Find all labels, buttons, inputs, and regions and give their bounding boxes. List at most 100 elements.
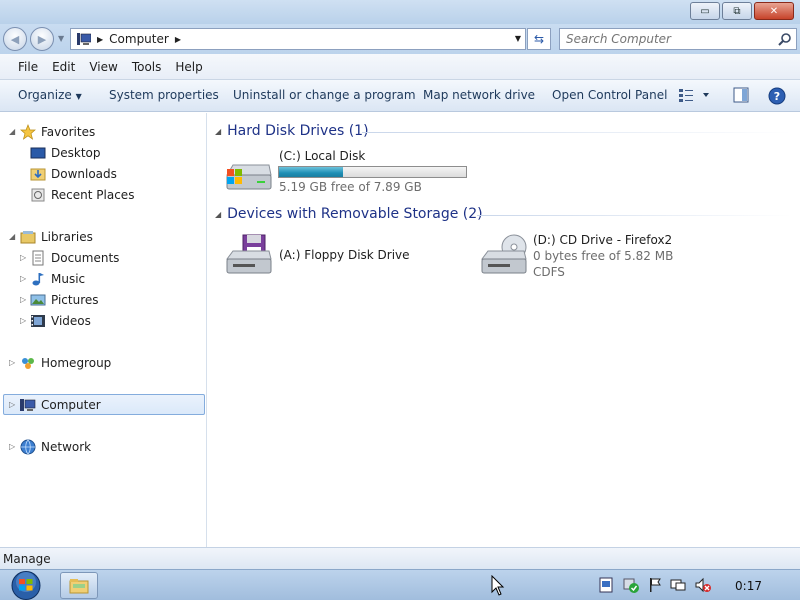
back-button[interactable]: ◀ [3, 27, 27, 51]
volume-muted-icon[interactable] [694, 577, 712, 593]
menu-tools[interactable]: Tools [132, 60, 162, 74]
collapse-icon[interactable]: ◢ [9, 232, 15, 241]
menu-file[interactable]: File [18, 60, 38, 74]
system-properties-button[interactable]: System properties [109, 88, 219, 102]
preview-pane-icon[interactable] [733, 87, 749, 103]
nav-favorites-label: Favorites [41, 124, 96, 139]
nav-recent-label: Recent Places [51, 187, 135, 202]
nav-homegroup-label: Homegroup [41, 355, 112, 370]
collapse-icon[interactable]: ◢ [9, 127, 15, 136]
search-box [559, 28, 797, 50]
mouse-cursor-icon [491, 575, 505, 596]
explorer-taskbar-button[interactable] [60, 572, 98, 599]
downloads-folder-icon [30, 168, 46, 180]
expand-icon[interactable]: ▷ [20, 253, 26, 262]
expand-icon[interactable]: ▷ [9, 400, 15, 409]
network-icon [20, 439, 36, 454]
refresh-button[interactable]: ⇆ [527, 28, 551, 50]
nav-computer[interactable]: ▷ Computer [0, 395, 200, 414]
search-input[interactable] [560, 29, 760, 49]
nav-libraries[interactable]: ◢ Libraries [0, 227, 200, 246]
music-icon [32, 272, 44, 285]
nav-videos[interactable]: ▷ Videos [0, 311, 200, 330]
drive-d-filesystem: CDFS [533, 265, 565, 279]
nav-downloads-label: Downloads [51, 166, 117, 181]
nav-videos-label: Videos [51, 313, 91, 328]
document-tray-icon[interactable] [599, 577, 613, 593]
open-control-panel-button[interactable]: Open Control Panel [552, 88, 667, 102]
clock[interactable]: 0:17 [735, 579, 762, 593]
title-bar: ▭ ⧉ ✕ [0, 0, 800, 24]
organize-label: Organize [18, 88, 72, 102]
nav-downloads[interactable]: Downloads [0, 164, 200, 183]
menu-edit[interactable]: Edit [52, 60, 75, 74]
group-hard-disk-drives[interactable]: ◢ Hard Disk Drives (1) [215, 123, 369, 139]
drive-c-usage-bar [278, 166, 467, 178]
nav-documents[interactable]: ▷ Documents [0, 248, 200, 267]
nav-recent-places[interactable]: Recent Places [0, 185, 200, 204]
nav-documents-label: Documents [51, 250, 120, 265]
menu-view[interactable]: View [89, 60, 117, 74]
security-tray-icon[interactable] [622, 577, 640, 593]
group-divider [362, 132, 792, 133]
maximize-button[interactable]: ⧉ [722, 2, 752, 20]
drive-c-usage-fill [279, 167, 343, 177]
organize-button[interactable]: Organize ▼ [18, 88, 82, 102]
history-dropdown-icon[interactable]: ▼ [58, 34, 64, 43]
collapse-icon[interactable]: ◢ [215, 127, 221, 136]
action-center-flag-icon[interactable] [647, 577, 663, 593]
forward-button[interactable]: ▶ [30, 27, 54, 51]
nav-libraries-label: Libraries [41, 229, 93, 244]
address-dropdown-icon[interactable]: ▼ [515, 34, 521, 43]
nav-music-label: Music [51, 271, 86, 286]
desktop-icon [30, 147, 46, 158]
view-options-icon[interactable] [678, 87, 712, 103]
expand-icon[interactable]: ▷ [9, 442, 15, 451]
drive-c[interactable]: (C:) Local Disk 5.19 GB free of 7.89 GB [223, 147, 473, 195]
nav-favorites[interactable]: ◢ Favorites [0, 122, 200, 141]
start-button[interactable] [8, 570, 44, 600]
address-bar[interactable]: ▶ Computer ▶ ▼ [70, 28, 526, 50]
floppy-drive-icon [226, 234, 272, 274]
expand-icon[interactable]: ▷ [9, 358, 15, 367]
close-button[interactable]: ✕ [754, 2, 794, 20]
search-icon[interactable] [778, 32, 792, 46]
breadcrumb-separator-icon[interactable]: ▶ [97, 35, 103, 44]
group-removable-storage[interactable]: ◢ Devices with Removable Storage (2) [215, 206, 483, 222]
expand-icon[interactable]: ▷ [20, 316, 26, 325]
navigation-pane: ◢ Favorites Desktop Downloads Recent Pla… [0, 113, 207, 547]
cd-drive-icon [481, 234, 527, 274]
drive-d[interactable]: (D:) CD Drive - Firefox2 0 bytes free of… [478, 231, 738, 279]
nav-homegroup[interactable]: ▷ Homegroup [0, 353, 200, 372]
group-divider [477, 215, 792, 216]
pictures-icon [30, 294, 46, 305]
map-network-drive-button[interactable]: Map network drive [423, 88, 535, 102]
nav-computer-label: Computer [41, 397, 101, 412]
drive-d-name: (D:) CD Drive - Firefox2 [533, 233, 673, 247]
hard-drive-icon [226, 164, 272, 190]
menu-help[interactable]: Help [175, 60, 202, 74]
organize-dropdown-icon: ▼ [75, 92, 82, 101]
star-icon [20, 123, 36, 140]
nav-music[interactable]: ▷ Music [0, 269, 200, 288]
breadcrumb-computer[interactable]: Computer [109, 32, 169, 46]
menu-bar: File Edit View Tools Help [0, 54, 800, 80]
nav-pictures[interactable]: ▷ Pictures [0, 290, 200, 309]
window-controls: ▭ ⧉ ✕ [690, 2, 794, 20]
nav-desktop[interactable]: Desktop [0, 143, 200, 162]
videos-icon [31, 314, 45, 327]
breadcrumb-chevron-icon[interactable]: ▶ [175, 35, 181, 44]
help-icon[interactable]: ? [768, 87, 786, 105]
drive-a[interactable]: (A:) Floppy Disk Drive [223, 231, 463, 279]
folder-icon [69, 578, 89, 593]
recent-places-icon [31, 188, 45, 201]
drive-d-free: 0 bytes free of 5.82 MB [533, 249, 674, 263]
network-tray-icon[interactable] [670, 577, 686, 593]
expand-icon[interactable]: ▷ [20, 274, 26, 283]
uninstall-button[interactable]: Uninstall or change a program [233, 88, 416, 102]
nav-pictures-label: Pictures [51, 292, 99, 307]
minimize-button[interactable]: ▭ [690, 2, 720, 20]
nav-network[interactable]: ▷ Network [0, 437, 200, 456]
expand-icon[interactable]: ▷ [20, 295, 26, 304]
collapse-icon[interactable]: ◢ [215, 210, 221, 219]
